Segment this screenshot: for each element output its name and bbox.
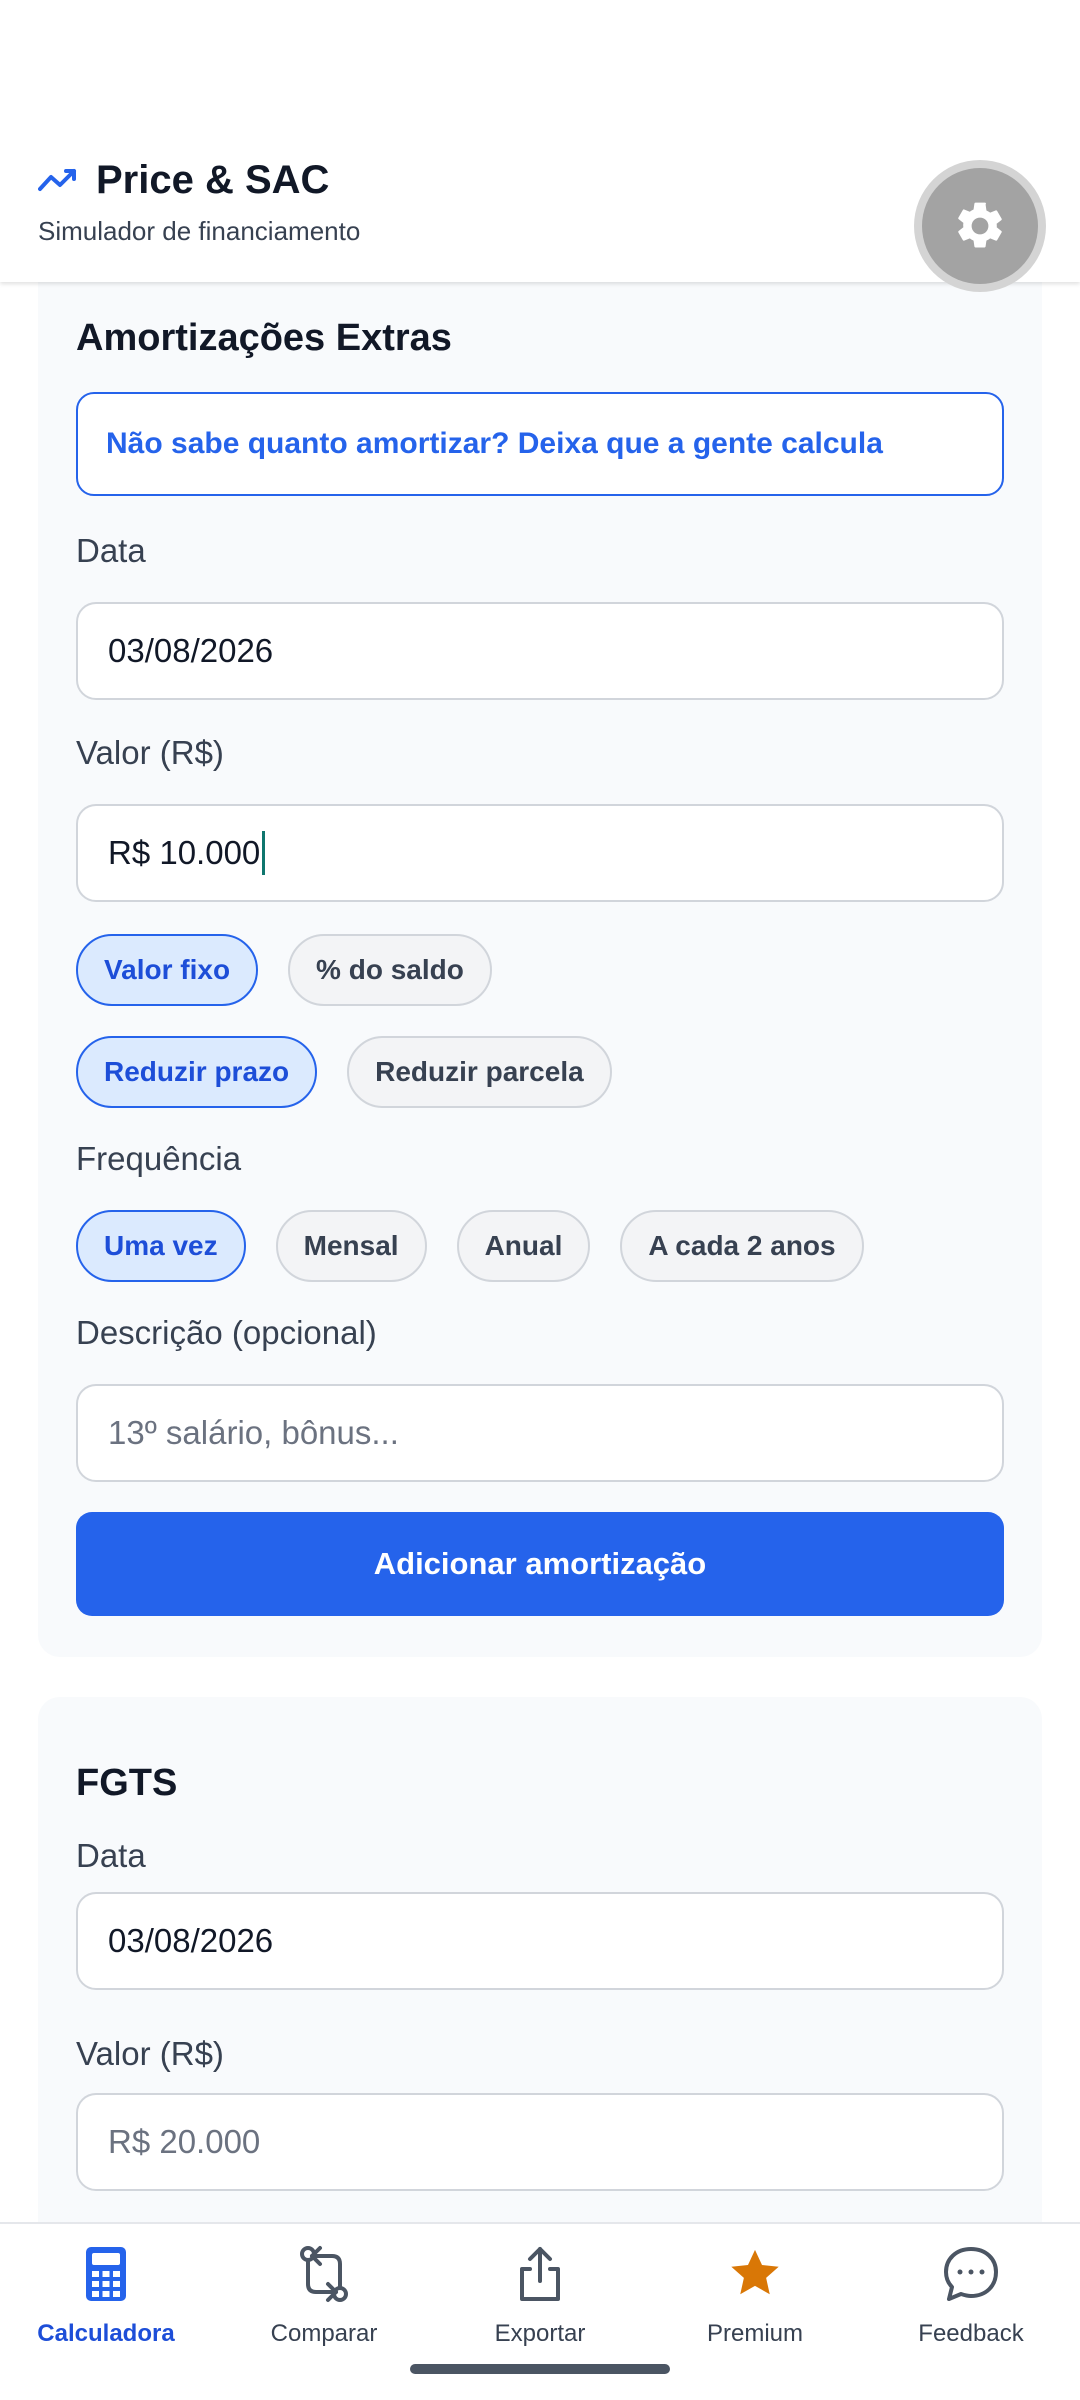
date-value: 03/08/2026	[108, 632, 274, 669]
nav-exportar[interactable]: Exportar	[440, 2242, 640, 2348]
value-text: R$ 10.000	[108, 834, 261, 871]
chip-mensal[interactable]: Mensal	[275, 1210, 427, 1282]
value-type-chips: Valor fixo % do saldo	[76, 934, 492, 1006]
description-input[interactable]: 13º salário, bônus...	[76, 1384, 1004, 1482]
share-icon	[510, 2242, 570, 2306]
nav-label: Calculadora	[37, 2320, 175, 2347]
calculator-icon	[76, 2242, 136, 2306]
section-title: Amortizações Extras	[76, 317, 452, 359]
nav-label: Premium	[706, 2320, 803, 2347]
scroll-content[interactable]: Amortizações Extras Não sabe quanto amor…	[0, 282, 1080, 2222]
description-placeholder: 13º salário, bônus...	[108, 1414, 399, 1451]
star-icon	[725, 2242, 785, 2306]
chip-cada-2-anos[interactable]: A cada 2 anos	[620, 1210, 864, 1282]
fgts-card: FGTS Data 03/08/2026 Valor (R$) R$ 20.00…	[38, 1697, 1042, 2222]
app-subtitle: Simulador de financiamento	[38, 216, 361, 246]
fgts-date-label: Data	[76, 1837, 146, 1874]
value-label: Valor (R$)	[76, 734, 224, 771]
nav-label: Exportar	[494, 2320, 586, 2347]
chip-anual[interactable]: Anual	[456, 1210, 591, 1282]
nav-calculadora[interactable]: Calculadora	[6, 2242, 206, 2348]
date-input[interactable]: 03/08/2026	[76, 602, 1004, 700]
fgts-value-input[interactable]: R$ 20.000	[76, 2093, 1004, 2191]
nav-premium[interactable]: Premium	[655, 2242, 855, 2348]
gear-icon	[958, 202, 1002, 248]
fgts-date-input[interactable]: 03/08/2026	[76, 1892, 1004, 1990]
home-indicator[interactable]	[410, 2364, 670, 2374]
text-cursor	[262, 831, 266, 875]
nav-label: Comparar	[270, 2320, 378, 2347]
settings-button[interactable]	[922, 168, 1038, 284]
fgts-section-title: FGTS	[76, 1762, 178, 1804]
nav-comparar[interactable]: Comparar	[224, 2242, 424, 2348]
value-input[interactable]: R$ 10.000	[76, 804, 1004, 902]
chip-reduzir-parcela[interactable]: Reduzir parcela	[347, 1036, 612, 1108]
fgts-value-placeholder: R$ 20.000	[108, 2123, 261, 2160]
frequency-chips: Uma vez Mensal Anual A cada 2 anos	[76, 1210, 864, 1282]
description-label: Descrição (opcional)	[76, 1314, 377, 1351]
extra-amortization-card: Amortizações Extras Não sabe quanto amor…	[38, 282, 1042, 1657]
fgts-date-value: 03/08/2026	[108, 1922, 274, 1959]
chip-reduzir-prazo[interactable]: Reduzir prazo	[76, 1036, 318, 1108]
chip-uma-vez[interactable]: Uma vez	[76, 1210, 246, 1282]
chip-percent-saldo[interactable]: % do saldo	[288, 934, 492, 1006]
trend-up-icon	[38, 168, 76, 191]
header-title-row: Price & SAC	[38, 158, 329, 203]
compare-icon	[294, 2242, 354, 2306]
app-title: Price & SAC	[96, 158, 330, 202]
reduction-chips: Reduzir prazo Reduzir parcela	[76, 1036, 612, 1108]
chat-icon	[941, 2242, 1001, 2306]
frequency-label: Frequência	[76, 1140, 242, 1177]
add-amortization-button[interactable]: Adicionar amortização	[76, 1512, 1004, 1616]
chip-valor-fixo[interactable]: Valor fixo	[76, 934, 259, 1006]
auto-calc-hint-button[interactable]: Não sabe quanto amortizar? Deixa que a g…	[76, 392, 1004, 496]
app-header: Price & SAC Simulador de financiamento	[0, 0, 1080, 284]
nav-feedback[interactable]: Feedback	[871, 2242, 1071, 2348]
date-label: Data	[76, 532, 146, 569]
fgts-value-label: Valor (R$)	[76, 2035, 224, 2072]
nav-label: Feedback	[918, 2320, 1024, 2347]
